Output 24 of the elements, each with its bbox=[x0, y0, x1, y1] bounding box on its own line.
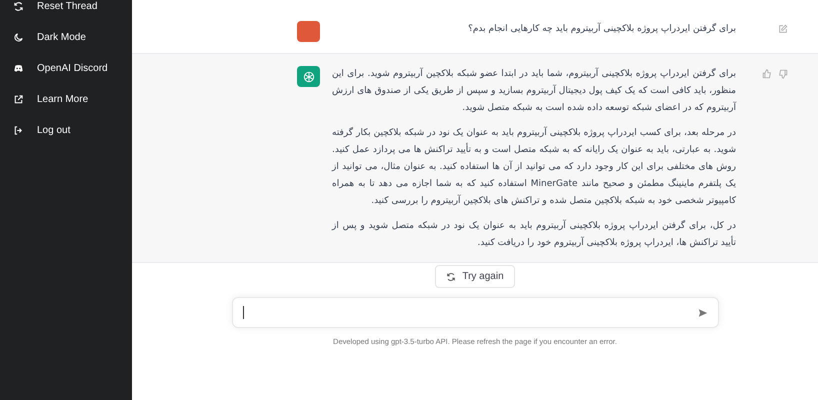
sidebar-item[interactable]: Reset Thread bbox=[0, 0, 132, 22]
refresh-icon bbox=[446, 272, 456, 282]
message-text: برای گرفتن ایردراپ پروژه بلاکچینی آربیتروم باید چه کارهایی انجام بدم؟ bbox=[467, 22, 736, 36]
sidebar-item[interactable]: Dark Mode bbox=[0, 22, 132, 53]
assistant-avatar bbox=[297, 66, 320, 87]
thumbs-up-icon[interactable] bbox=[762, 69, 772, 79]
message-input[interactable] bbox=[232, 297, 718, 328]
user-avatar bbox=[297, 21, 320, 42]
edit-icon[interactable] bbox=[778, 24, 788, 34]
sidebar-item[interactable]: Learn More bbox=[0, 84, 132, 115]
logout-icon bbox=[13, 125, 24, 136]
sidebar-item[interactable]: OpenAI Discord bbox=[0, 53, 132, 84]
try-again-button[interactable]: Try again bbox=[435, 265, 515, 288]
send-icon[interactable] bbox=[698, 308, 708, 318]
text-cursor bbox=[242, 306, 244, 319]
message-text: در کل، برای گرفتن ایردراپ پروژه بلاکچینی آربیتروم باید به عنوان یک نود در شبکه متصل شوید و پس از تأیید تراکنش ها، ایردراپ پروژه بلاکچینی آربیتروم خود را دریافت کنید. bbox=[332, 218, 736, 250]
controller-icon bbox=[13, 63, 24, 74]
message-text: برای گرفتن ایردراپ پروژه بلاکچینی آربیتروم، شما باید در ابتدا عضو شبکه بلاکچین آربیتروم شوید. برای این منظور، باید کافی است که یک کیف پول دیجیتال آربیتروم بسازید و سپس از طریق یکی از صندوق های ارزش آربیتروم که در اعضای شبکه توسعه داده شده است به شبکه متصل شوید. bbox=[332, 66, 736, 115]
moon-icon bbox=[13, 32, 24, 43]
sidebar-item[interactable]: Log out bbox=[0, 115, 132, 146]
refresh-icon bbox=[13, 1, 24, 12]
external-link-icon bbox=[13, 94, 24, 105]
message-text: در مرحله بعد، برای کسب ایردراپ پروژه بلاکچینی آربیتروم باید به عنوان یک نود در شبکه بلاکچین بکار گرفته شوید. به عبارتی، باید به عنوان یک رایانه که به شبکه متصل است و به تأیید تراکنش ها می پردازد عمل کنید. روش های مختلفی برای این کار وجود دارد که می توانید از آن ها استفاده کنید. به عنوان مثال، می توانید از یک پلتفرم ماینینگ مطمئن و صحیح مانند MinerGate استفاده کنید که به شما اجازه می دهد تا به همراه کامپیوتر شخصی خود به شبکه بلاکچین متصل شده و تراکنش های بلاکچین آربیتروم را بررسی کنید. bbox=[332, 126, 736, 208]
thumbs-down-icon[interactable] bbox=[778, 69, 788, 79]
